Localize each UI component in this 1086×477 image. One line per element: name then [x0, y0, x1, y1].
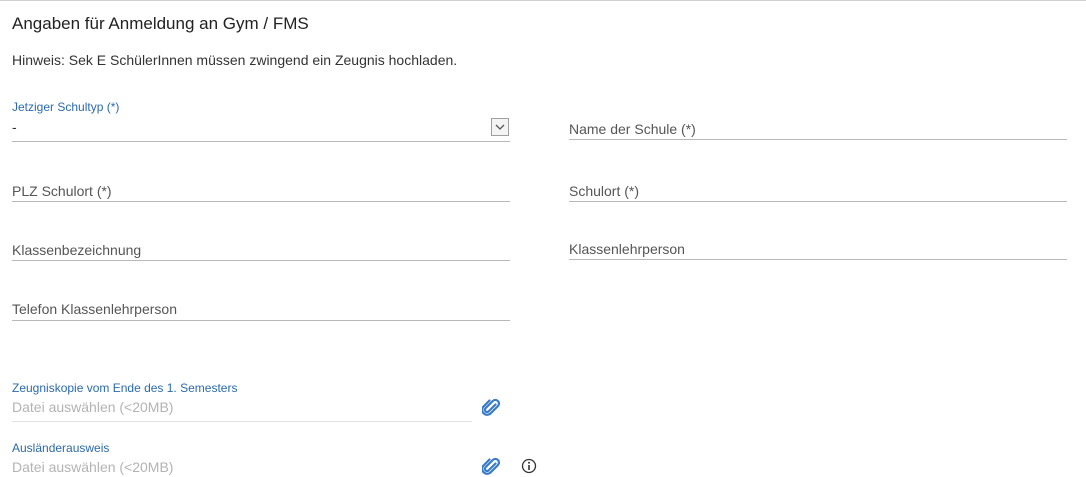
paperclip-icon[interactable] [482, 398, 500, 418]
name-schule-underline [569, 139, 1067, 140]
schultyp-underline [12, 141, 510, 142]
schultyp-dropdown-button[interactable] [491, 118, 509, 136]
name-schule-field[interactable]: Name der Schule (*) [569, 121, 696, 137]
plz-underline [12, 201, 510, 202]
info-icon[interactable] [521, 458, 537, 474]
telefon-underline [12, 320, 510, 321]
schultyp-select[interactable]: - [12, 119, 17, 135]
klassenbezeichnung-underline [12, 260, 510, 261]
top-divider [0, 0, 1086, 1]
paperclip-icon[interactable] [482, 457, 500, 477]
hint-text: Hinweis: Sek E SchülerInnen müssen zwing… [12, 52, 458, 68]
zeugnis-underline [12, 421, 472, 422]
ausweis-upload-label: Ausländerausweis [12, 441, 110, 455]
zeugnis-upload-label: Zeugniskopie vom Ende des 1. Semesters [12, 381, 238, 395]
chevron-down-icon [495, 124, 505, 130]
schulort-field[interactable]: Schulort (*) [569, 183, 639, 199]
section-title: Angaben für Anmeldung an Gym / FMS [12, 14, 309, 33]
plz-field[interactable]: PLZ Schulort (*) [12, 183, 112, 199]
klassenbezeichnung-field[interactable]: Klassenbezeichnung [12, 242, 141, 258]
telefon-field[interactable]: Telefon Klassenlehrperson [12, 301, 177, 317]
zeugnis-file-input[interactable]: Datei auswählen (<20MB) [12, 399, 173, 415]
klassenlehrperson-field[interactable]: Klassenlehrperson [569, 241, 685, 257]
schultyp-label: Jetziger Schultyp (*) [12, 100, 120, 114]
ausweis-file-input[interactable]: Datei auswählen (<20MB) [12, 459, 173, 475]
klassenlehrperson-underline [569, 259, 1067, 260]
schulort-underline [569, 201, 1067, 202]
